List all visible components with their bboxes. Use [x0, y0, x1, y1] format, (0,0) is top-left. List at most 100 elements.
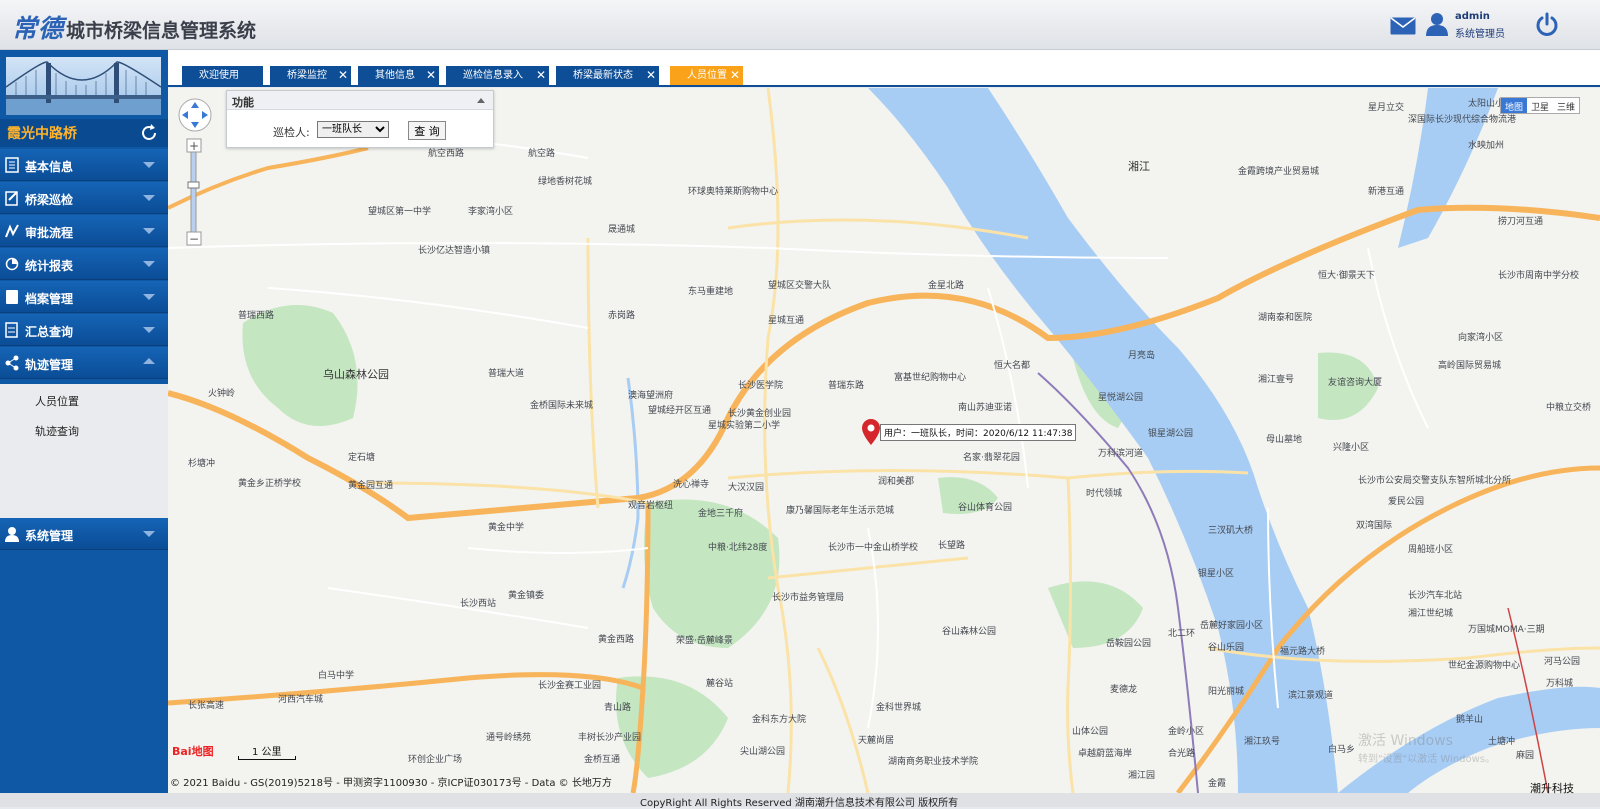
mail-icon[interactable]: [1390, 17, 1416, 35]
map-label: 时代领城: [1086, 489, 1123, 499]
map-label: 赤岗路: [608, 311, 636, 321]
map-label: 阳光丽城: [1208, 687, 1245, 697]
tab-person-location[interactable]: 人员位置 ✕: [670, 66, 743, 85]
close-icon[interactable]: ✕: [646, 66, 656, 85]
close-icon[interactable]: ✕: [426, 66, 436, 85]
menu-label: 汇总查询: [25, 325, 74, 339]
app-header: 常德 城市桥梁信息管理系统 admin 系统管理员: [0, 0, 1600, 50]
query-icon: [5, 322, 18, 338]
map-label: 东马重建地: [688, 287, 734, 297]
map-label: 湘江: [1128, 160, 1150, 173]
map-label: 金霞: [1208, 779, 1227, 789]
submenu-item-person-location[interactable]: 人员位置: [35, 393, 79, 409]
map-label: 滨江景观道: [1288, 691, 1334, 701]
bridge-name: 霞光中路桥: [7, 126, 77, 142]
map-label: 长张高速: [188, 701, 225, 711]
function-panel-header[interactable]: 功能: [227, 91, 493, 110]
menu-label: 桥梁巡检: [25, 193, 74, 207]
user-name: admin: [1455, 11, 1490, 22]
workflow-icon: [5, 224, 19, 238]
map-label: 星月立交: [1368, 103, 1405, 113]
inspection-icon: [5, 191, 18, 206]
map-label: 双湾国际: [1356, 521, 1393, 531]
menu-statistics-report[interactable]: 统计报表: [0, 248, 168, 280]
map-label: 普瑞东路: [828, 381, 865, 391]
chevron-down-icon: [143, 294, 155, 300]
map-label: 湖南泰和医院: [1258, 313, 1313, 323]
map-type-3d-button[interactable]: 三维: [1553, 98, 1579, 113]
windows-activation-watermark: 激活 Windows: [1358, 733, 1453, 749]
map-label: 普瑞大道: [488, 369, 525, 379]
map-type-switch: 地图 卫星 三维: [1500, 97, 1581, 114]
menu-archive-management[interactable]: 档案管理: [0, 281, 168, 313]
system-name: 城市桥梁信息管理系统: [66, 20, 257, 42]
map-label: 中粮立交桥: [1546, 403, 1592, 413]
close-icon[interactable]: ✕: [338, 66, 348, 85]
map-label: 北二环: [1168, 629, 1196, 639]
map-canvas[interactable]: 航空西路 航空路 绿地香树花城 环球奥特莱斯购物中心 望城区第一中学 李家湾小区…: [168, 88, 1600, 793]
power-icon[interactable]: [1534, 12, 1560, 38]
map-type-satellite-button[interactable]: 卫星: [1527, 98, 1553, 113]
map-label: 火钟岭: [208, 389, 236, 399]
baidu-map-logo[interactable]: Bai地图: [172, 743, 214, 759]
map-label: 大汉汉园: [728, 483, 765, 493]
refresh-icon[interactable]: [139, 123, 159, 143]
map-label: 谷山乐园: [1208, 643, 1245, 653]
bridge-image: [6, 57, 161, 115]
map-copyright: © 2021 Baidu - GS(2019)5218号 - 甲测资字11009…: [170, 778, 612, 789]
menu-system-management[interactable]: 系统管理: [0, 518, 168, 550]
map-label: 长沙医学院: [738, 381, 784, 391]
archive-icon: [6, 290, 18, 304]
map-label: 世纪金源购物中心: [1448, 661, 1521, 671]
submenu-item-track-query[interactable]: 轨迹查询: [35, 423, 79, 439]
map-label: 万科滨河道: [1098, 449, 1144, 459]
map-label: 定石塘: [348, 453, 376, 463]
map-label: 富基世纪购物中心: [894, 373, 967, 383]
inspector-select[interactable]: 一班队长: [317, 121, 389, 138]
map-type-map-button[interactable]: 地图: [1501, 98, 1528, 113]
map-nav-control[interactable]: + −: [176, 96, 214, 254]
map-label: 湘江园: [1128, 771, 1156, 781]
map-label: 金科世界城: [876, 703, 922, 713]
menu-approval-workflow[interactable]: 审批流程: [0, 215, 168, 247]
map-label: 长沙亿达智造小镇: [418, 246, 491, 256]
svg-text:−: −: [189, 232, 199, 246]
close-icon[interactable]: ✕: [730, 66, 740, 85]
system-icon: [5, 527, 19, 542]
location-pin-icon[interactable]: [862, 419, 880, 445]
map-label: 望城区第一中学: [368, 207, 432, 217]
map-label: 爱民公园: [1388, 497, 1425, 507]
map-label: 谷山森林公园: [942, 627, 997, 637]
bridge-title-bar: 霞光中路桥: [0, 119, 168, 147]
collapse-icon[interactable]: [477, 98, 485, 103]
tab-inspection-entry[interactable]: 巡检信息录入 ✕: [446, 66, 549, 85]
query-button[interactable]: 查 询: [408, 121, 446, 140]
tab-bridge-status[interactable]: 桥梁最新状态 ✕: [556, 66, 659, 85]
close-icon[interactable]: ✕: [536, 66, 546, 85]
tab-welcome[interactable]: 欢迎使用: [182, 66, 263, 85]
menu-basic-info[interactable]: 基本信息: [0, 149, 168, 181]
menu-summary-query[interactable]: 汇总查询: [0, 314, 168, 346]
menu-bridge-inspection[interactable]: 桥梁巡检: [0, 182, 168, 214]
map-label: 长沙西站: [460, 599, 497, 609]
tab-bridge-monitor[interactable]: 桥梁监控 ✕: [270, 66, 351, 85]
chevron-down-icon: [143, 261, 155, 267]
map-label: 长望路: [938, 541, 966, 551]
map-label: 黄金乡正桥学校: [238, 479, 302, 489]
tab-other-info[interactable]: 其他信息 ✕: [358, 66, 439, 85]
map-label: 捞刀河互通: [1498, 217, 1544, 227]
map-label: 黄金镇委: [508, 591, 545, 601]
report-icon: [5, 257, 19, 271]
map-label: 环球奥特莱斯购物中心: [688, 187, 779, 197]
map-label: 福元路大桥: [1280, 647, 1326, 657]
map-label: 金霞跨境产业贸易城: [1238, 167, 1320, 177]
map-label: 长沙市公安局交警支队东智所城北分所: [1358, 476, 1512, 486]
map-label: 兴隆小区: [1333, 443, 1370, 453]
map-label: 麓谷站: [706, 679, 734, 689]
map-label: 金桥国际未来城: [530, 401, 594, 411]
menu-track-management[interactable]: 轨迹管理: [0, 347, 168, 379]
menu-label: 审批流程: [25, 226, 74, 240]
map-label: 通号岭绣苑: [486, 733, 532, 743]
tab-bar: 欢迎使用 桥梁监控 ✕ 其他信息 ✕ 巡检信息录入 ✕ 桥梁最新状态 ✕ 人员位…: [168, 50, 1600, 87]
map-label: 白马乡: [1328, 745, 1356, 755]
